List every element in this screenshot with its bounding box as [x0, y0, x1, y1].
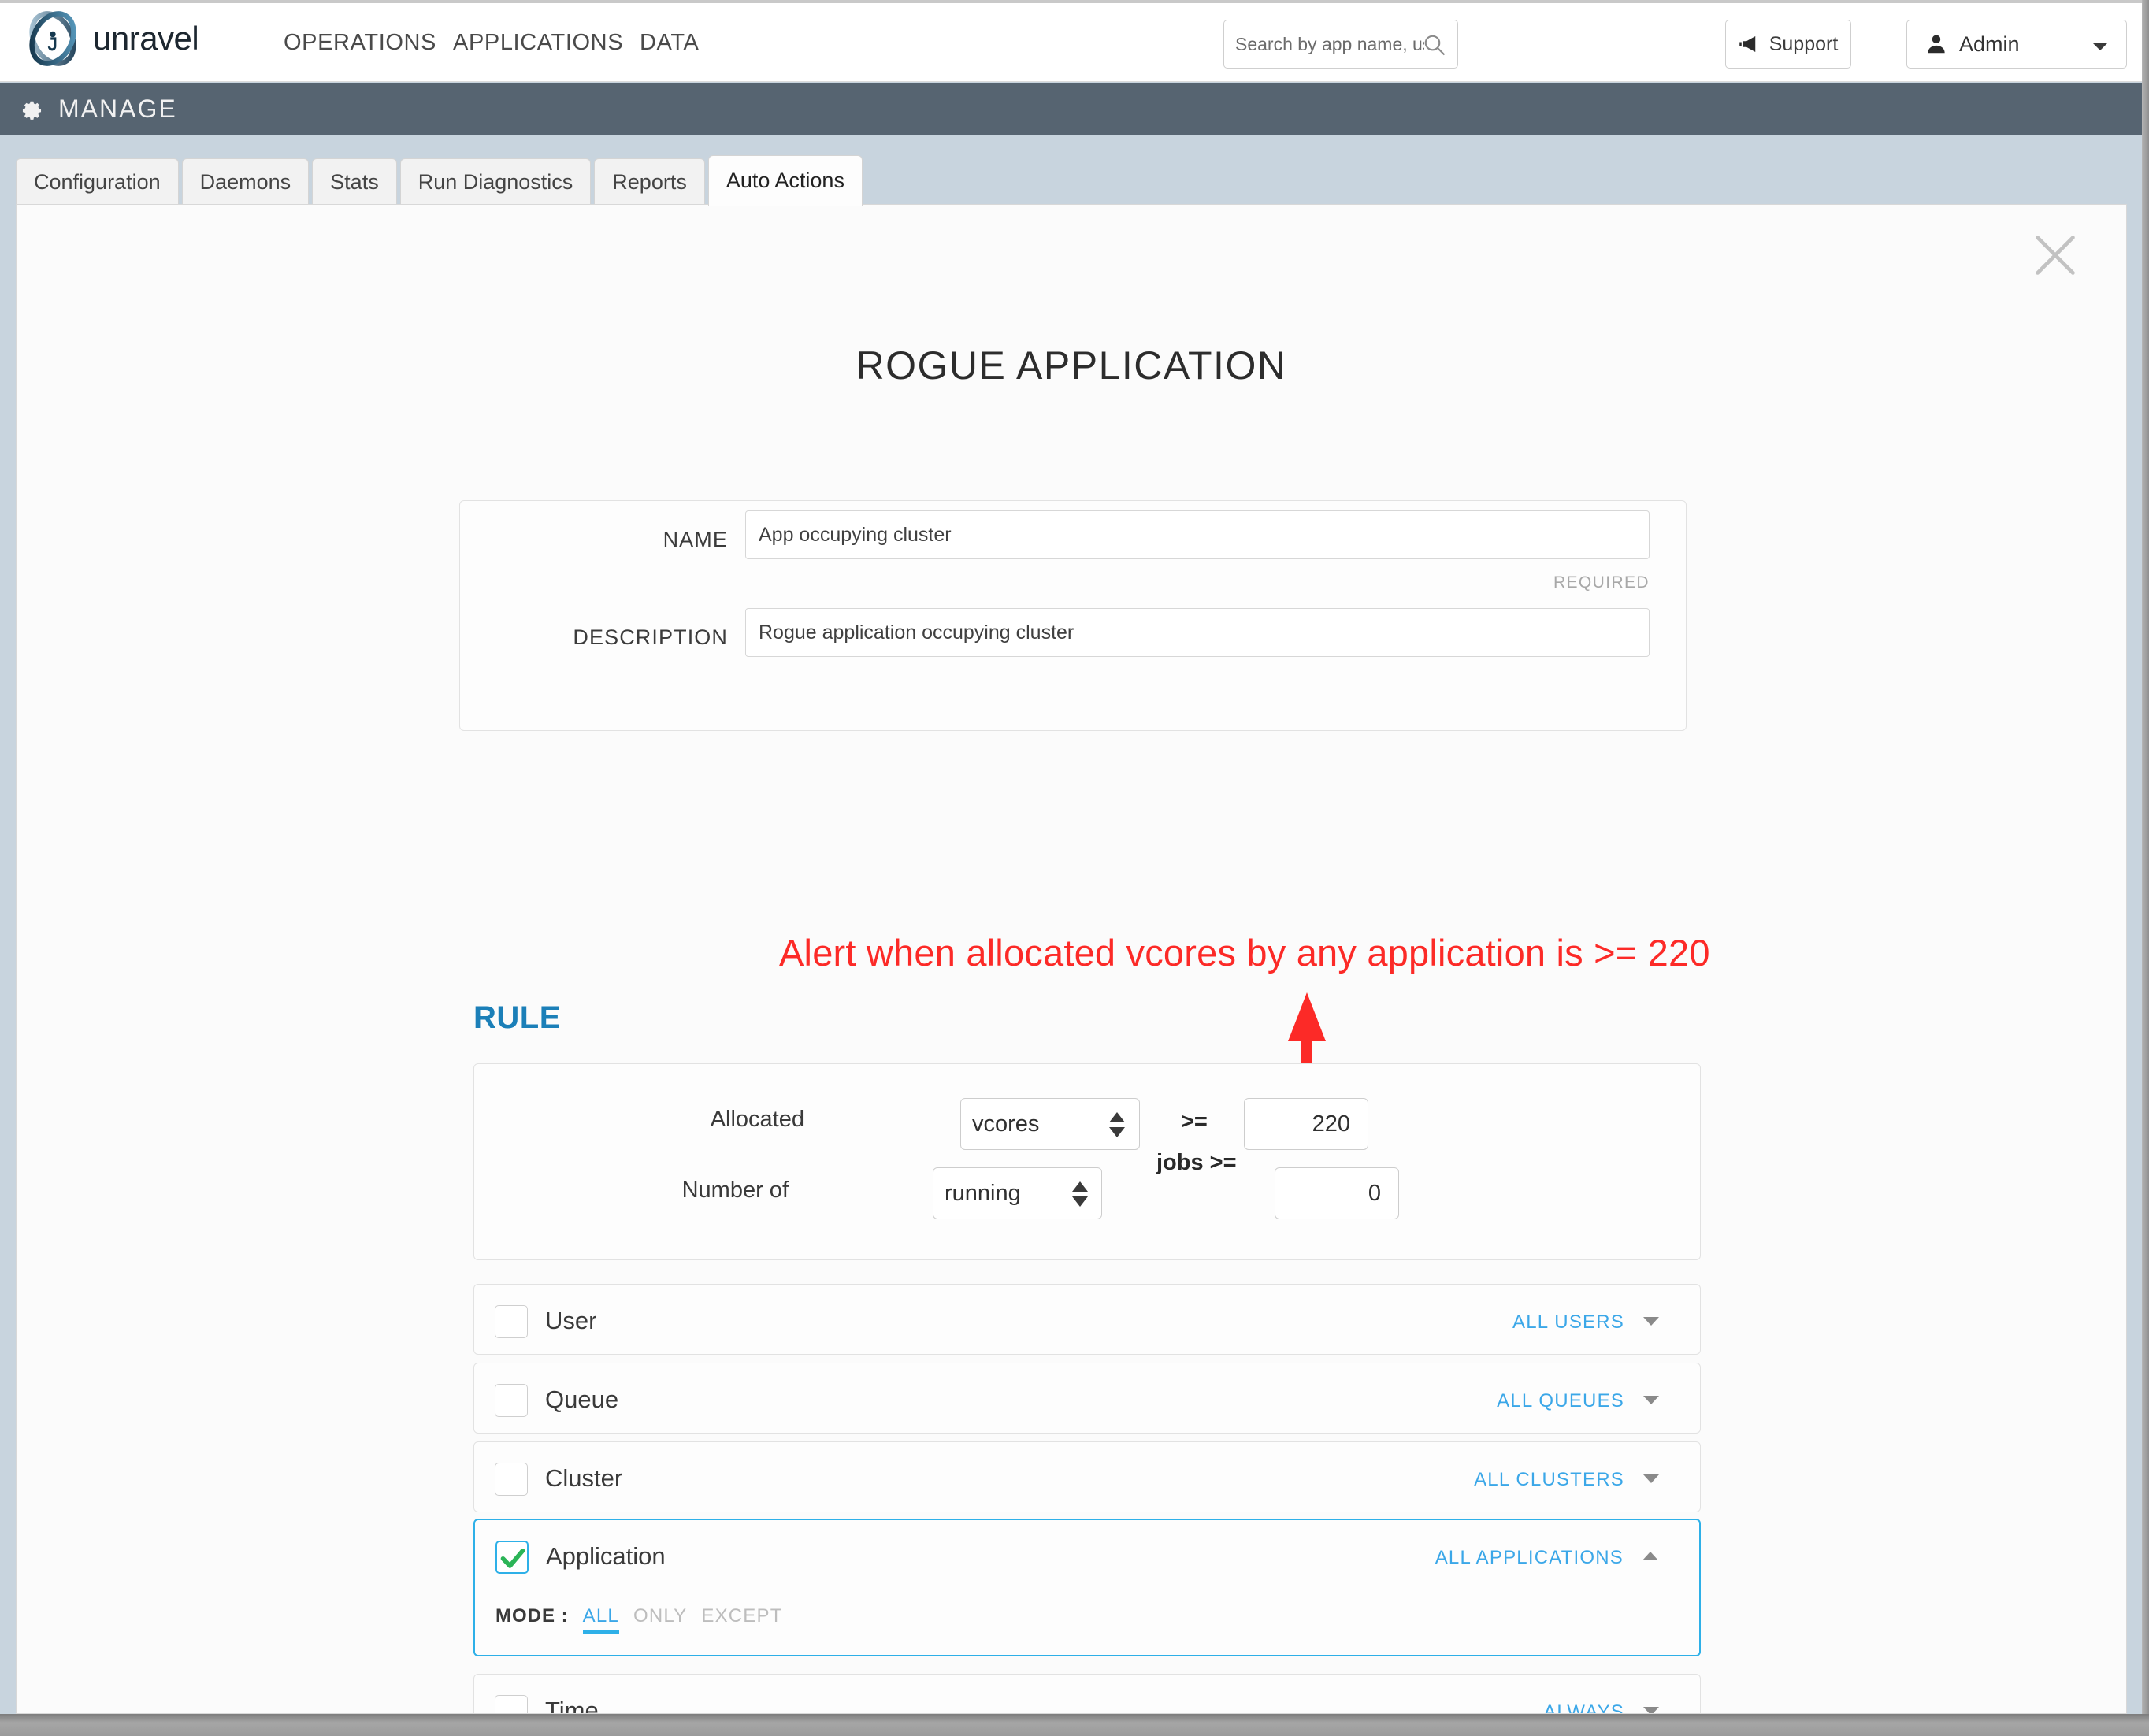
checkbox-cluster[interactable] — [495, 1463, 528, 1496]
chevron-down-icon[interactable] — [1642, 1472, 1661, 1485]
search-box[interactable] — [1223, 20, 1458, 69]
rule-heading: RULE — [473, 1000, 561, 1035]
brand-logo[interactable]: unravel — [24, 9, 199, 68]
jobs-operator: jobs >= — [1156, 1150, 1237, 1175]
user-icon — [1928, 35, 1945, 54]
job-count-input[interactable] — [1275, 1167, 1399, 1219]
window-bottom-edge — [0, 1714, 2149, 1736]
tab-configuration[interactable]: Configuration — [16, 158, 179, 206]
scope-label-cluster: Cluster — [545, 1464, 623, 1492]
scope-value-application[interactable]: ALL APPLICATIONS — [1435, 1547, 1624, 1569]
description-label: DESCRIPTION — [573, 625, 728, 649]
scope-value-cluster[interactable]: ALL CLUSTERS — [1474, 1469, 1624, 1491]
job-state-select[interactable]: running — [933, 1167, 1102, 1219]
identity-card: NAME REQUIRED DESCRIPTION — [459, 500, 1687, 731]
unravel-logo-icon — [29, 11, 76, 66]
manage-title: MANAGE — [58, 94, 177, 123]
gear-icon — [22, 101, 42, 120]
mode-option-except[interactable]: EXCEPT — [701, 1605, 782, 1630]
operator-gte: >= — [1181, 1109, 1208, 1134]
account-label: Admin — [1959, 32, 2020, 56]
search-input[interactable] — [1235, 20, 1424, 68]
chevron-up-icon[interactable] — [1641, 1550, 1660, 1563]
scope-row-cluster[interactable]: Cluster ALL CLUSTERS — [473, 1441, 1701, 1512]
required-hint: REQUIRED — [1553, 573, 1650, 592]
scope-label-queue: Queue — [545, 1385, 619, 1413]
threshold-input[interactable] — [1244, 1098, 1368, 1150]
chevron-down-icon[interactable] — [2091, 41, 2109, 52]
metric-select[interactable]: vcores — [960, 1098, 1140, 1150]
nav-link-operations[interactable]: OPERATIONS — [284, 30, 436, 56]
account-menu-button[interactable]: Admin — [1906, 20, 2127, 69]
chevron-down-icon[interactable] — [1642, 1704, 1661, 1714]
scope-label-time: Time — [545, 1697, 599, 1714]
brand-name: unravel — [93, 20, 199, 57]
scope-value-queue[interactable]: ALL QUEUES — [1497, 1390, 1624, 1412]
tab-reports[interactable]: Reports — [594, 158, 705, 206]
nav-link-data[interactable]: DATA — [640, 30, 699, 56]
checkbox-queue[interactable] — [495, 1384, 528, 1417]
app-window: unravel OPERATIONS APPLICATIONS DATA Sup… — [0, 0, 2149, 1736]
tab-run-diagnostics[interactable]: Run Diagnostics — [399, 158, 592, 206]
top-navbar: unravel OPERATIONS APPLICATIONS DATA Sup… — [0, 3, 2142, 82]
tab-auto-actions[interactable]: Auto Actions — [707, 155, 863, 206]
tab-stats[interactable]: Stats — [312, 158, 397, 206]
tab-bar: Configuration Daemons Stats Run Diagnost… — [16, 155, 866, 206]
megaphone-icon — [1739, 36, 1755, 52]
name-input[interactable] — [745, 510, 1650, 559]
mode-selector: MODE : ALL ONLY EXCEPT — [495, 1605, 783, 1634]
search-icon[interactable] — [1423, 33, 1446, 57]
number-of-label: Number of — [681, 1178, 789, 1203]
mode-option-all[interactable]: ALL — [582, 1605, 619, 1634]
chevron-down-icon[interactable] — [1642, 1393, 1661, 1406]
scope-value-time[interactable]: ALWAYS — [1543, 1701, 1624, 1713]
page-title: ROGUE APPLICATION — [856, 343, 1287, 388]
support-label: Support — [1769, 32, 1839, 55]
nav-link-applications[interactable]: APPLICATIONS — [453, 30, 623, 56]
scope-row-application[interactable]: Application ALL APPLICATIONS MODE : ALL … — [473, 1519, 1701, 1656]
chevron-down-icon[interactable] — [1642, 1315, 1661, 1327]
support-button[interactable]: Support — [1725, 20, 1851, 69]
annotation-text: Alert when allocated vcores by any appli… — [779, 932, 1710, 974]
tabs-strip: Configuration Daemons Stats Run Diagnost… — [0, 135, 2142, 206]
close-icon[interactable] — [2033, 233, 2077, 277]
allocated-label: Allocated — [710, 1107, 804, 1132]
tab-daemons[interactable]: Daemons — [181, 158, 310, 206]
scope-label-application: Application — [546, 1542, 666, 1570]
checkbox-user[interactable] — [495, 1305, 528, 1338]
scope-row-queue[interactable]: Queue ALL QUEUES — [473, 1363, 1701, 1434]
mode-option-only[interactable]: ONLY — [633, 1605, 687, 1630]
manage-header-bar: MANAGE — [0, 83, 2142, 135]
scope-row-time[interactable]: Time ALWAYS — [473, 1674, 1701, 1714]
rule-card — [473, 1063, 1701, 1260]
checkbox-application[interactable] — [495, 1541, 529, 1574]
auto-action-editor-panel: ROGUE APPLICATION NAME REQUIRED DESCRIPT… — [16, 204, 2127, 1714]
scope-label-user: User — [545, 1307, 597, 1334]
name-label: NAME — [663, 528, 728, 551]
mode-label: MODE : — [495, 1605, 569, 1627]
scope-row-user[interactable]: User ALL USERS — [473, 1284, 1701, 1355]
checkbox-time[interactable] — [495, 1695, 528, 1713]
window-right-edge — [2142, 0, 2149, 1714]
scope-value-user[interactable]: ALL USERS — [1512, 1311, 1624, 1334]
description-input[interactable] — [745, 608, 1650, 657]
